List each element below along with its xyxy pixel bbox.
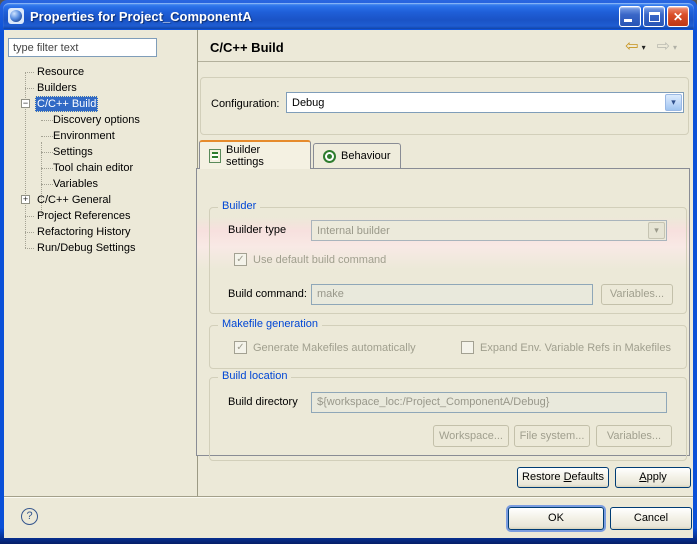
- makefile-group-title: Makefile generation: [218, 318, 322, 330]
- apply-button[interactable]: Apply: [615, 467, 691, 488]
- variables-location-button: Variables...: [596, 425, 672, 447]
- variables-button: Variables...: [601, 284, 673, 305]
- generate-makefiles-checkbox: ✓: [234, 341, 247, 354]
- tree-connector: [41, 136, 53, 137]
- tree-item-run-debug-settings[interactable]: Run/Debug Settings: [8, 240, 194, 256]
- chevron-down-icon[interactable]: ▾: [665, 94, 682, 111]
- builder-group: Builder Builder type Internal builder ▾ …: [209, 207, 687, 314]
- forward-dropdown-icon: ▾: [673, 43, 677, 52]
- tree-connector: [41, 184, 53, 185]
- use-default-build-command-label: Use default build command: [253, 254, 386, 266]
- configuration-group: Configuration: Debug ▾: [200, 77, 689, 135]
- generate-makefiles-label: Generate Makefiles automatically: [253, 342, 416, 354]
- tree-item-cpp-build[interactable]: −C/C++ Build: [8, 96, 194, 112]
- expand-env-refs-checkbox: [461, 341, 474, 354]
- tree-connector: [25, 88, 34, 89]
- tree-item-settings[interactable]: Settings: [8, 144, 194, 160]
- configuration-select[interactable]: Debug ▾: [286, 92, 684, 113]
- build-command-field: make: [311, 284, 593, 305]
- tree-connector: [41, 120, 53, 121]
- behaviour-icon: [323, 150, 336, 163]
- maximize-icon: [649, 12, 660, 22]
- builder-type-select: Internal builder ▾: [311, 220, 667, 241]
- tree-connector: [25, 216, 34, 217]
- build-directory-field: ${workspace_loc:/Project_ComponentA/Debu…: [311, 392, 667, 413]
- page-title: C/C++ Build: [210, 40, 284, 55]
- dialog-body: Resource Builders −C/C++ Build Discovery…: [4, 30, 693, 538]
- tab-builder-settings[interactable]: Builder settings: [199, 140, 311, 169]
- tab-behaviour[interactable]: Behaviour: [313, 143, 401, 168]
- back-dropdown-icon[interactable]: ▾: [642, 43, 646, 52]
- workspace-button: Workspace...: [433, 425, 509, 447]
- tree-item-builders[interactable]: Builders: [8, 80, 194, 96]
- makefile-generation-group: Makefile generation ✓ Generate Makefiles…: [209, 325, 687, 369]
- title-bar[interactable]: Properties for Project_ComponentA ✕: [3, 3, 694, 29]
- properties-dialog: Properties for Project_ComponentA ✕ Reso…: [0, 0, 697, 544]
- close-button[interactable]: ✕: [667, 6, 689, 27]
- tree-item-project-references[interactable]: Project References: [8, 208, 194, 224]
- filter-input[interactable]: [8, 38, 157, 57]
- file-system-button: File system...: [514, 425, 590, 447]
- builder-settings-panel: Builder Builder type Internal builder ▾ …: [196, 168, 690, 456]
- restore-defaults-button[interactable]: Restore Defaults: [517, 467, 609, 488]
- builder-group-title: Builder: [218, 200, 260, 212]
- tree-connector: [25, 232, 34, 233]
- tree-connector: [41, 152, 53, 153]
- tree-item-discovery-options[interactable]: Discovery options: [8, 112, 194, 128]
- tree-connector: [25, 72, 34, 73]
- minimize-icon: [624, 19, 632, 22]
- forward-icon: ⇨: [657, 38, 670, 56]
- selected-tree-item: C/C++ Build: [35, 96, 98, 112]
- maximize-button[interactable]: [643, 6, 665, 27]
- tree-item-resource[interactable]: Resource: [8, 64, 194, 80]
- tree-item-variables[interactable]: Variables: [8, 176, 194, 192]
- tree-item-cpp-general[interactable]: +C/C++ General: [8, 192, 194, 208]
- build-directory-label: Build directory: [228, 396, 298, 408]
- back-icon[interactable]: ⇦: [625, 38, 638, 56]
- use-default-build-command-checkbox: ✓: [234, 253, 247, 266]
- minimize-button[interactable]: [619, 6, 641, 27]
- expand-env-refs-label: Expand Env. Variable Refs in Makefiles: [480, 342, 671, 354]
- close-icon: ✕: [668, 7, 688, 26]
- cancel-button[interactable]: Cancel: [610, 507, 692, 530]
- help-button[interactable]: ?: [21, 508, 38, 525]
- app-icon: [8, 8, 24, 24]
- build-location-group: Build location Build directory ${workspa…: [209, 377, 687, 461]
- tree-connector: [41, 168, 53, 169]
- configuration-label: Configuration:: [211, 98, 280, 110]
- tree-item-tool-chain-editor[interactable]: Tool chain editor: [8, 160, 194, 176]
- tree-item-refactoring-history[interactable]: Refactoring History: [8, 224, 194, 240]
- properties-tree: Resource Builders −C/C++ Build Discovery…: [8, 64, 194, 256]
- build-command-label: Build command:: [228, 288, 307, 300]
- expand-icon[interactable]: +: [21, 195, 30, 204]
- window-title: Properties for Project_ComponentA: [30, 9, 619, 24]
- builder-type-label: Builder type: [228, 224, 286, 236]
- header-divider: [198, 61, 690, 62]
- builder-settings-icon: [209, 149, 221, 163]
- ok-button[interactable]: OK: [508, 507, 604, 530]
- chevron-down-icon: ▾: [648, 222, 665, 239]
- tree-connector: [25, 248, 34, 249]
- tree-item-environment[interactable]: Environment: [8, 128, 194, 144]
- footer-divider: [4, 496, 693, 498]
- collapse-icon[interactable]: −: [21, 99, 30, 108]
- build-location-group-title: Build location: [218, 370, 291, 382]
